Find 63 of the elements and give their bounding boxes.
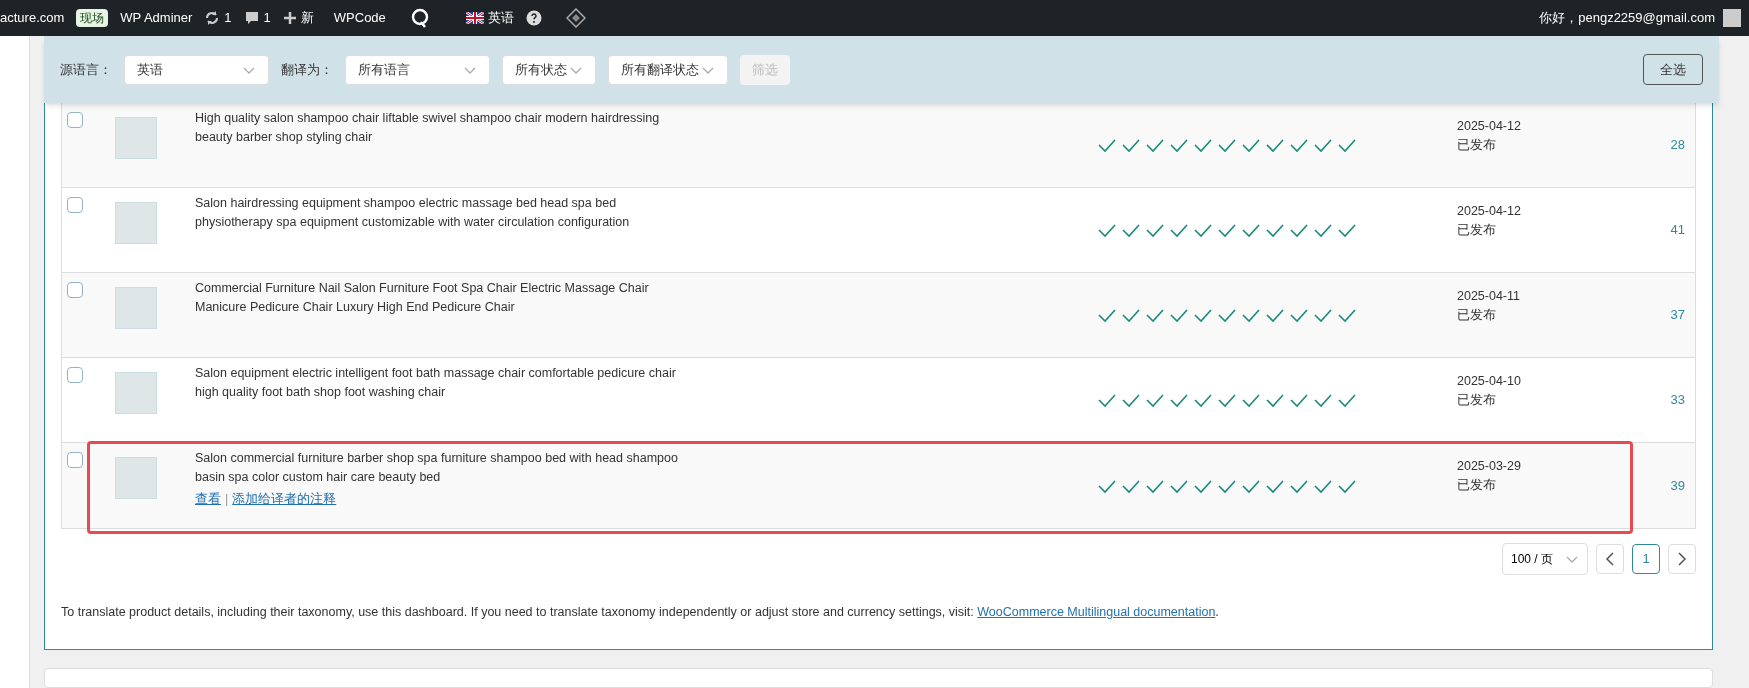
refresh-icon <box>204 10 221 26</box>
product-title[interactable]: Salon commercial furniture barber shop spa furniture shampoo bed with head shampoo basin spa color custom hair care beauty bed <box>195 449 695 487</box>
product-title[interactable]: Salon equipment electric intelligent foot bath massage chair comfortable pedicure chair high quality foot bath shop foot washing chair <box>195 364 695 402</box>
count-link[interactable]: 28 <box>1670 135 1695 155</box>
status-text: 已发布 <box>1457 392 1497 409</box>
page-button[interactable]: 1 <box>1632 544 1660 574</box>
per-page-select[interactable]: 100 / 页 <box>1502 543 1588 575</box>
comment-icon <box>243 10 260 26</box>
date-text: 2025-04-12 <box>1457 203 1522 220</box>
date-text: 2025-04-12 <box>1457 118 1522 135</box>
chevron-left-icon <box>1605 552 1615 566</box>
count-link[interactable]: 37 <box>1670 305 1695 325</box>
new-link[interactable]: 新 <box>282 8 314 28</box>
status-text: 已发布 <box>1457 307 1497 324</box>
product-title[interactable]: Commercial Furniture Nail Salon Furniture Foot Spa Chair Electric Massage Chair Manicure Pedicure Chair Luxury High End Pedicure Chair <box>195 279 695 317</box>
product-title[interactable]: Salon hairdressing equipment shampoo electric massage bed head spa bed physiotherapy spa equipment customizable with water circulation configuration <box>195 194 695 232</box>
count-link[interactable]: 41 <box>1670 220 1695 240</box>
product-title[interactable]: High quality salon shampoo chair liftable swivel shampoo chair modern hairdressing beauty barber shop styling chair <box>195 109 695 147</box>
row-action-link[interactable]: 查看 <box>195 490 221 509</box>
footer-text: To translate product details, including their taxonomy, use this dashboard. If you need to translate taxonomy independently or adjust store and currency settings, visit: WooCommerce Multilingual documentation. <box>61 604 1220 621</box>
status-select[interactable]: 所有状态 <box>502 54 596 85</box>
environment-badge: 现场 <box>76 9 109 27</box>
count-link[interactable]: 33 <box>1670 390 1695 410</box>
row-checkbox[interactable] <box>67 367 83 383</box>
status-text: 已发布 <box>1457 222 1497 239</box>
comments-link[interactable]: 1 <box>243 8 271 28</box>
date-text: 2025-04-11 <box>1457 288 1521 305</box>
product-thumbnail <box>115 372 157 414</box>
source-language-label: 源语言： <box>60 60 112 79</box>
date-text: 2025-03-29 <box>1457 458 1522 475</box>
date-text: 2025-04-10 <box>1457 373 1522 390</box>
target-language-select[interactable]: 所有语言 <box>345 54 490 85</box>
status-text: 已发布 <box>1457 477 1497 494</box>
row-checkbox[interactable] <box>67 452 83 468</box>
row-checkbox[interactable] <box>67 112 83 128</box>
status-text: 已发布 <box>1457 137 1497 154</box>
plus-icon <box>282 11 297 25</box>
language-switcher[interactable]: 英语 <box>465 8 514 28</box>
product-thumbnail <box>115 457 157 499</box>
row-checkbox[interactable] <box>67 197 83 213</box>
adminer-link[interactable]: WP Adminer <box>120 8 193 28</box>
count-link[interactable]: 39 <box>1670 475 1695 496</box>
site-link[interactable]: acture.com <box>0 8 65 28</box>
product-thumbnail <box>115 202 157 244</box>
chevron-right-icon <box>1677 552 1687 566</box>
product-thumbnail <box>115 287 157 329</box>
select-all-button[interactable]: 全选 <box>1643 54 1703 85</box>
row-checkbox[interactable] <box>67 282 83 298</box>
help-icon[interactable] <box>525 10 542 26</box>
updates-link[interactable]: 1 <box>204 8 232 28</box>
separator-text: | <box>225 491 229 508</box>
product-thumbnail <box>115 117 157 159</box>
greeting-text[interactable]: 你好，pengz2259@gmail.com <box>1539 8 1715 28</box>
q-logo-icon[interactable] <box>409 8 430 28</box>
target-language-label: 翻译为： <box>281 60 333 79</box>
previous-page-button[interactable] <box>1596 544 1624 574</box>
translation-status-select[interactable]: 所有翻译状态 <box>608 54 728 85</box>
diamond-icon[interactable] <box>565 8 586 28</box>
wpcode-link[interactable]: WPCode <box>333 8 386 28</box>
source-language-select[interactable]: 英语 <box>124 54 269 85</box>
next-page-button[interactable] <box>1668 544 1696 574</box>
flag-icon <box>465 12 484 24</box>
row-action-link[interactable]: 添加给译者的注释 <box>232 490 337 509</box>
